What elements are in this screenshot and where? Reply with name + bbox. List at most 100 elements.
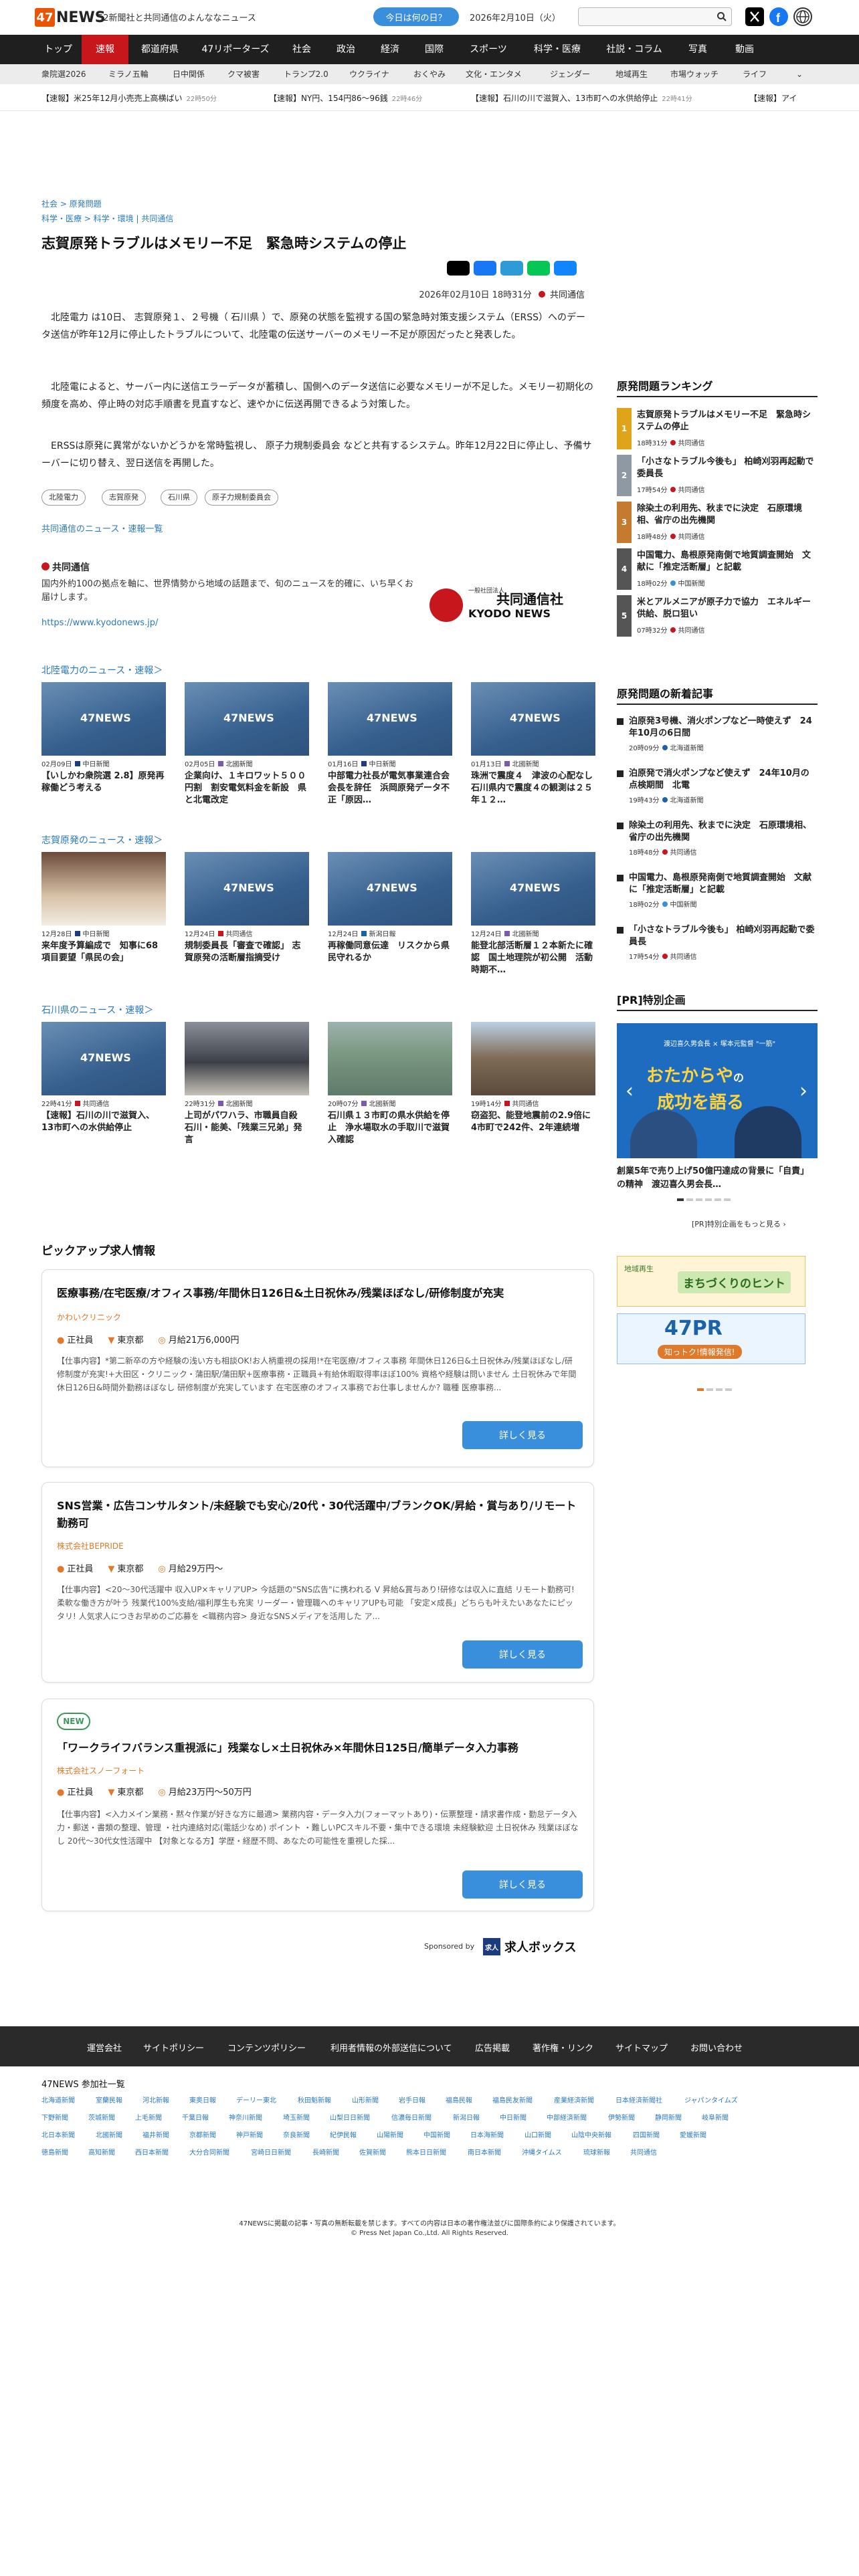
job-title[interactable]: SNS営業・広告コンサルタント/未経験でも安心/20代・30代活躍中/ブランクO… [57, 1497, 580, 1532]
x-icon[interactable] [745, 7, 764, 26]
news-thumbnail[interactable] [328, 1022, 452, 1095]
job-details-button[interactable]: 詳しく見る [462, 1421, 583, 1449]
partner-link[interactable]: 山陰中央新報 [571, 2129, 611, 2139]
news-thumbnail[interactable]: 47NEWS [185, 682, 309, 756]
latest-title[interactable]: 除染土の利用先、秋までに決定 石原環境相、省庁の出先機関 [629, 820, 818, 844]
footer-link[interactable]: 運営会社 [87, 2041, 122, 2054]
carousel-dot[interactable] [716, 1388, 723, 1391]
news-title[interactable]: 来年度予算編成で 知事に68項目要望「県民の会」 [41, 940, 166, 976]
partner-link[interactable]: 熊本日日新聞 [406, 2147, 446, 2157]
topic-item[interactable]: 市場ウォッチ [670, 64, 719, 84]
ranking-title[interactable]: 志賀原発トラブルはメモリー不足 緊急時システムの停止 [637, 409, 818, 433]
nav-top[interactable]: トップ [35, 35, 82, 64]
partner-link[interactable]: 西日本新聞 [135, 2147, 169, 2157]
latest-item[interactable]: 泊原発で消火ポンプなど使えず 24年10月の点検期間 北電 19時43分 北海道新聞 [617, 768, 818, 807]
partner-link[interactable]: 伊勢新聞 [608, 2112, 635, 2122]
partner-link[interactable]: 愛媛新聞 [680, 2129, 706, 2139]
news-title[interactable]: 中部電力社長が電気事業連合会会長を辞任 浜岡原発データ不正「原因… [328, 770, 452, 807]
job-details-button[interactable]: 詳しく見る [462, 1870, 583, 1899]
partner-link[interactable]: 大分合同新聞 [189, 2147, 229, 2157]
ranking-title[interactable]: 米とアルメニアが原子力で協力 エネルギー供給、脱ロ狙い [637, 597, 818, 621]
partner-link[interactable]: 山梨日日新聞 [330, 2112, 370, 2122]
site-logo[interactable]: 47 NEWS [35, 7, 106, 28]
partner-link[interactable]: 山形新聞 [352, 2095, 379, 2105]
partner-link[interactable]: 日本経済新聞社 [615, 2095, 662, 2105]
nav-politics[interactable]: 政治 [324, 35, 368, 64]
partner-link[interactable]: 上毛新聞 [135, 2112, 162, 2122]
footer-link[interactable]: 著作権・リンク [533, 2041, 593, 2054]
partner-link[interactable]: 南日本新聞 [468, 2147, 501, 2157]
pr-more-link[interactable]: [PR]特別企画をもっと見る › [692, 1218, 786, 1229]
partner-link[interactable]: 茨城新聞 [88, 2112, 115, 2122]
pr-prev-icon[interactable]: ‹ [622, 1078, 637, 1105]
nav-international[interactable]: 国際 [412, 35, 456, 64]
partner-link[interactable]: 室蘭民報 [96, 2095, 122, 2105]
latest-item[interactable]: 「小さなトラブル今後も」 柏崎刈羽再起動で委員長 17時54分 共同通信 [617, 924, 818, 963]
partner-link[interactable]: 東奥日報 [189, 2095, 216, 2105]
ticker-item[interactable]: 【速報】NY円、154円86〜96銭 22時46分 [269, 92, 422, 104]
ranking-title[interactable]: 中国電力、島根原発南側で地質調査開始 文献に「推定活断層」と記載 [637, 550, 818, 574]
news-thumbnail[interactable] [41, 852, 166, 926]
partner-link[interactable]: 埼玉新聞 [283, 2112, 310, 2122]
ranking-item[interactable]: 4 中国電力、島根原発南側で地質調査開始 文献に「推定活断層」と記載 18時02分 中… [617, 548, 818, 593]
nav-sports[interactable]: スポーツ [456, 35, 520, 64]
ranking-item[interactable]: 5 米とアルメニアが原子力で協力 エネルギー供給、脱ロ狙い 07時32分 共同通信 [617, 595, 818, 639]
ad-banner-47pr[interactable]: 47PR 知っトク!情報発信! [617, 1313, 805, 1364]
topic-item[interactable]: 日中関係 [173, 64, 205, 84]
latest-title[interactable]: 泊原発3号機、消火ポンプなど一時使えず 24年10月の6日間 [629, 716, 818, 740]
news-title[interactable]: 珠洲で震度４ 津波の心配なし 石川県内で震度４の観測は２５年１２… [471, 770, 595, 807]
partner-link[interactable]: 北海道新聞 [41, 2095, 75, 2105]
nav-photos[interactable]: 写真 [674, 35, 721, 64]
partner-link[interactable]: 千葉日報 [182, 2112, 209, 2122]
ranking-title[interactable]: 「小さなトラブル今後も」 柏崎刈羽再起動で委員長 [637, 456, 818, 480]
carousel-dot[interactable] [706, 1388, 713, 1391]
news-title[interactable]: 【いしかわ衆院選 2.8】原発再稼働どう考える [41, 770, 166, 807]
facebook-icon[interactable]: f [769, 7, 788, 26]
ticker-item[interactable]: 【速報】石川の川で滋賀入、13市町への水供給停止 22時41分 [471, 92, 692, 104]
carousel-dot[interactable] [696, 1198, 702, 1201]
partner-link[interactable]: 下野新聞 [41, 2112, 68, 2122]
partner-link[interactable]: 静岡新聞 [655, 2112, 682, 2122]
footer-link[interactable]: 利用者情報の外部送信について [330, 2041, 452, 2054]
footer-link[interactable]: コンテンツポリシー [227, 2041, 306, 2054]
tag-link[interactable]: 北陸電力 [41, 490, 86, 506]
topic-item[interactable]: ミラノ五輪 [108, 64, 149, 84]
latest-item[interactable]: 泊原発3号機、消火ポンプなど一時使えず 24年10月の6日間 20時09分 北海道新… [617, 716, 818, 754]
partner-link[interactable]: 神奈川新聞 [229, 2112, 262, 2122]
partner-link[interactable]: 福島民報 [446, 2095, 472, 2105]
partner-link[interactable]: 山口新聞 [524, 2129, 551, 2139]
topic-item[interactable]: ライフ [743, 64, 767, 84]
carousel-dot[interactable] [686, 1198, 693, 1201]
footer-link[interactable]: サイトポリシー [143, 2041, 204, 2054]
partner-link[interactable]: 新潟日報 [453, 2112, 480, 2122]
globe-icon[interactable] [793, 7, 812, 26]
ranking-title[interactable]: 除染土の利用先、秋までに決定 石原環境相、省庁の出先機関 [637, 503, 818, 527]
today-button[interactable]: 今日は何の日？ [373, 7, 459, 26]
footer-link[interactable]: 広告掲載 [475, 2041, 510, 2054]
news-title[interactable]: 石川県１３市町の県水供給を停止 浄水場取水の手取川で滋賀入確認 [328, 1110, 452, 1146]
partner-link[interactable]: 福島民友新聞 [492, 2095, 533, 2105]
news-title[interactable]: 企業向け、１キロワット５００円割 割安電気料金を新設 県と北電改定 [185, 770, 309, 807]
partner-link[interactable]: 高知新聞 [88, 2147, 115, 2157]
tag-link[interactable]: 石川県 [161, 490, 197, 506]
search-icon[interactable] [717, 11, 727, 22]
topic-item[interactable]: ジェンダー [550, 64, 590, 84]
footer-link[interactable]: サイトマップ [615, 2041, 668, 2054]
partner-link[interactable]: 中部経済新聞 [547, 2112, 587, 2122]
tag-link[interactable]: 原子力規制委員会 [205, 490, 278, 506]
section-heading-shika[interactable]: 志賀原発のニュース・速報＞ [41, 833, 163, 847]
ticker-item[interactable]: 【速報】アイ [749, 92, 797, 104]
partner-link[interactable]: 長崎新聞 [312, 2147, 339, 2157]
latest-title[interactable]: 泊原発で消火ポンプなど使えず 24年10月の点検期間 北電 [629, 768, 818, 792]
news-title[interactable]: 能登北部活断層１２本新たに確認 国土地理院が初公開 活動時期不… [471, 940, 595, 976]
topic-item[interactable]: 文化・エンタメ [466, 64, 522, 84]
news-thumbnail[interactable]: 47NEWS [328, 682, 452, 756]
tag-link[interactable]: 志賀原発 [102, 490, 146, 506]
kyodo-url-link[interactable]: https://www.kyodonews.jp/ [41, 618, 158, 628]
job-title[interactable]: 医療事務/在宅医療/オフィス事務/年間休日126日&土日祝休み/残業ほぼなし/研… [57, 1285, 580, 1302]
partner-link[interactable]: 中日新聞 [500, 2112, 527, 2122]
breadcrumb[interactable]: 社会 > 原発問題 [41, 198, 102, 209]
carousel-dot-active[interactable] [677, 1198, 684, 1201]
nav-breaking[interactable]: 速報 [82, 35, 128, 64]
topic-item[interactable]: 衆院選2026 [41, 64, 86, 84]
